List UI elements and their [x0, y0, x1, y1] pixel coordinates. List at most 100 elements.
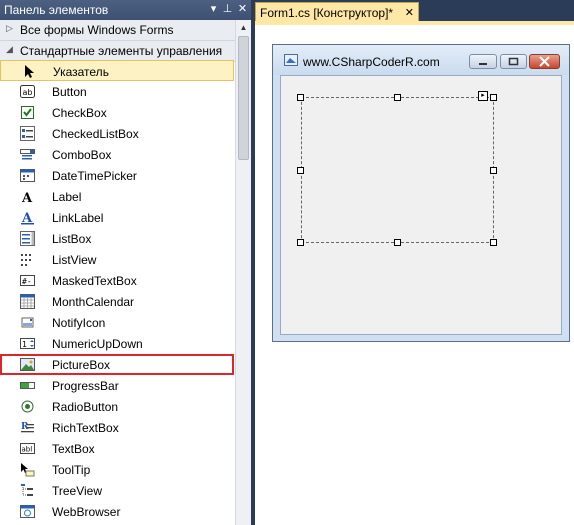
- toolbox-item-tooltip[interactable]: ToolTip: [0, 459, 234, 480]
- radiobutton-icon: [21, 400, 34, 413]
- resize-handle-n[interactable]: [394, 94, 401, 101]
- form-app-icon: [284, 54, 298, 66]
- checkedlistbox-icon: [20, 126, 35, 141]
- toolbox-item-maskedtextbox[interactable]: #- MaskedTextBox: [0, 270, 234, 291]
- toolbox-item-linklabel[interactable]: A LinkLabel: [0, 207, 234, 228]
- toolbox-item-label[interactable]: A Label: [0, 186, 234, 207]
- tab-label: Form1.cs [Конструктор]*: [260, 6, 394, 20]
- toolbox-item-radiobutton[interactable]: RadioButton: [0, 396, 234, 417]
- close-x-icon: [539, 56, 550, 67]
- toolbox-item-label: TreeView: [52, 484, 103, 498]
- toolbox-item-checkedlistbox[interactable]: CheckedListBox: [0, 123, 234, 144]
- combobox-icon: [20, 149, 35, 160]
- toolbox-item-treeview[interactable]: TreeView: [0, 480, 234, 501]
- toolbox-item-label: CheckedListBox: [52, 127, 139, 141]
- toolbox-item-label: Button: [52, 85, 87, 99]
- toolbox-item-label: DateTimePicker: [52, 169, 137, 183]
- resize-handle-w[interactable]: [297, 167, 304, 174]
- toolbox-header: Панель элементов ▾ ⊥ ✕: [0, 0, 251, 20]
- toolbox-item-label: Указатель: [53, 65, 109, 79]
- minimize-icon: [479, 63, 487, 65]
- close-icon[interactable]: ✕: [405, 6, 414, 19]
- pointer-icon: [25, 65, 34, 78]
- toolbox-item-button[interactable]: ab Button: [0, 81, 234, 102]
- toolbox-item-label: ComboBox: [52, 148, 112, 162]
- svg-text:A: A: [21, 211, 33, 225]
- notifyicon-icon: [21, 317, 34, 328]
- toolbox-item-datetimepicker[interactable]: DateTimePicker: [0, 165, 234, 186]
- toolbox-item-checkbox[interactable]: CheckBox: [0, 102, 234, 123]
- toolbox-item-notifyicon[interactable]: NotifyIcon: [0, 312, 234, 333]
- resize-handle-ne[interactable]: [490, 94, 497, 101]
- svg-text:abl: abl: [22, 446, 33, 454]
- resize-handle-sw[interactable]: [297, 239, 304, 246]
- smart-tag-arrow-icon[interactable]: ▸: [478, 91, 488, 101]
- listbox-icon: [20, 231, 35, 246]
- collapse-arrow-icon[interactable]: ◢: [6, 44, 13, 55]
- minimize-button[interactable]: [469, 54, 497, 69]
- checkbox-icon: [21, 106, 34, 119]
- picturebox-icon: [20, 358, 35, 371]
- resize-handle-nw[interactable]: [297, 94, 304, 101]
- form-title: www.CSharpCoderR.com: [303, 55, 440, 69]
- toolbox-list: ▷ Все формы Windows Forms ◢ Стандартные …: [0, 20, 251, 525]
- button-icon: ab: [20, 85, 35, 98]
- resize-handle-se[interactable]: [490, 239, 497, 246]
- toolbox-item-monthcalendar[interactable]: MonthCalendar: [0, 291, 234, 312]
- toolbox-item-label: Label: [52, 190, 82, 204]
- label-icon: A: [21, 191, 33, 204]
- category-standard-controls[interactable]: ◢ Стандартные элементы управления: [0, 41, 236, 62]
- scroll-thumb[interactable]: [238, 36, 249, 160]
- textbox-icon: abl: [20, 443, 35, 454]
- toolbox-item-label: WebBrowser: [52, 505, 121, 519]
- resize-handle-e[interactable]: [490, 167, 497, 174]
- toolbox-item-label: ToolTip: [52, 463, 91, 477]
- toolbox-item-label: RichTextBox: [52, 421, 119, 435]
- svg-text:1: 1: [22, 340, 27, 349]
- toolbox-item-textbox[interactable]: abl TextBox: [0, 438, 234, 459]
- toolbox-item-label: NumericUpDown: [52, 337, 143, 351]
- toolbox-item-pointer[interactable]: Указатель: [0, 60, 234, 81]
- toolbox-item-label: TextBox: [52, 442, 95, 456]
- toolbox-item-label: MonthCalendar: [52, 295, 135, 309]
- toolbox-item-progressbar[interactable]: ProgressBar: [0, 375, 234, 396]
- pin-icon[interactable]: ⊥: [221, 3, 234, 16]
- linklabel-icon: A: [21, 211, 34, 225]
- svg-text:#-: #-: [22, 277, 32, 286]
- form-titlebar[interactable]: www.CSharpCoderR.com: [273, 45, 569, 75]
- svg-text:ab: ab: [23, 88, 33, 97]
- toolbox-item-webbrowser[interactable]: WebBrowser: [0, 501, 234, 522]
- toolbox-item-combobox[interactable]: ComboBox: [0, 144, 234, 165]
- toolbox-item-label: RadioButton: [52, 400, 119, 414]
- maskedtextbox-icon: #-: [20, 275, 35, 286]
- picturebox-control[interactable]: [301, 97, 494, 243]
- toolbox-panel: Панель элементов ▾ ⊥ ✕ ▷ Все формы Windo…: [0, 0, 251, 525]
- form-close-button[interactable]: [529, 54, 560, 69]
- listview-icon: [21, 254, 31, 266]
- resize-handle-s[interactable]: [394, 239, 401, 246]
- toolbox-item-picturebox[interactable]: PictureBox: [0, 354, 234, 375]
- maximize-button[interactable]: [500, 54, 527, 69]
- toolbox-item-label: PictureBox: [52, 358, 111, 372]
- toolbox-scrollbar[interactable]: ▲: [235, 20, 251, 525]
- close-icon[interactable]: ✕: [236, 3, 249, 16]
- toolbox-item-label: LinkLabel: [52, 211, 104, 225]
- category-all-windows-forms[interactable]: ▷ Все формы Windows Forms: [0, 20, 236, 41]
- tab-form1-designer[interactable]: Form1.cs [Конструктор]* ✕: [255, 2, 419, 22]
- expand-arrow-icon[interactable]: ▷: [6, 23, 13, 34]
- datetimepicker-icon: [20, 169, 35, 182]
- maximize-icon: [508, 57, 519, 66]
- richtextbox-icon: R: [21, 422, 34, 433]
- toolbox-item-richtextbox[interactable]: R RichTextBox: [0, 417, 234, 438]
- toolbox-item-label: ListBox: [52, 232, 92, 246]
- toolbox-item-label: ProgressBar: [52, 379, 119, 393]
- toolbox-item-numericupdown[interactable]: 1 NumericUpDown: [0, 333, 234, 354]
- monthcalendar-icon: [20, 294, 35, 309]
- toolbox-item-listbox[interactable]: ListBox: [0, 228, 234, 249]
- dropdown-icon[interactable]: ▾: [207, 3, 220, 16]
- treeview-icon: [21, 484, 33, 496]
- toolbox-item-listview[interactable]: ListView: [0, 249, 234, 270]
- toolbox-item-label: MaskedTextBox: [52, 274, 137, 288]
- scroll-up-icon[interactable]: ▲: [236, 20, 251, 36]
- numericupdown-icon: 1: [20, 338, 35, 349]
